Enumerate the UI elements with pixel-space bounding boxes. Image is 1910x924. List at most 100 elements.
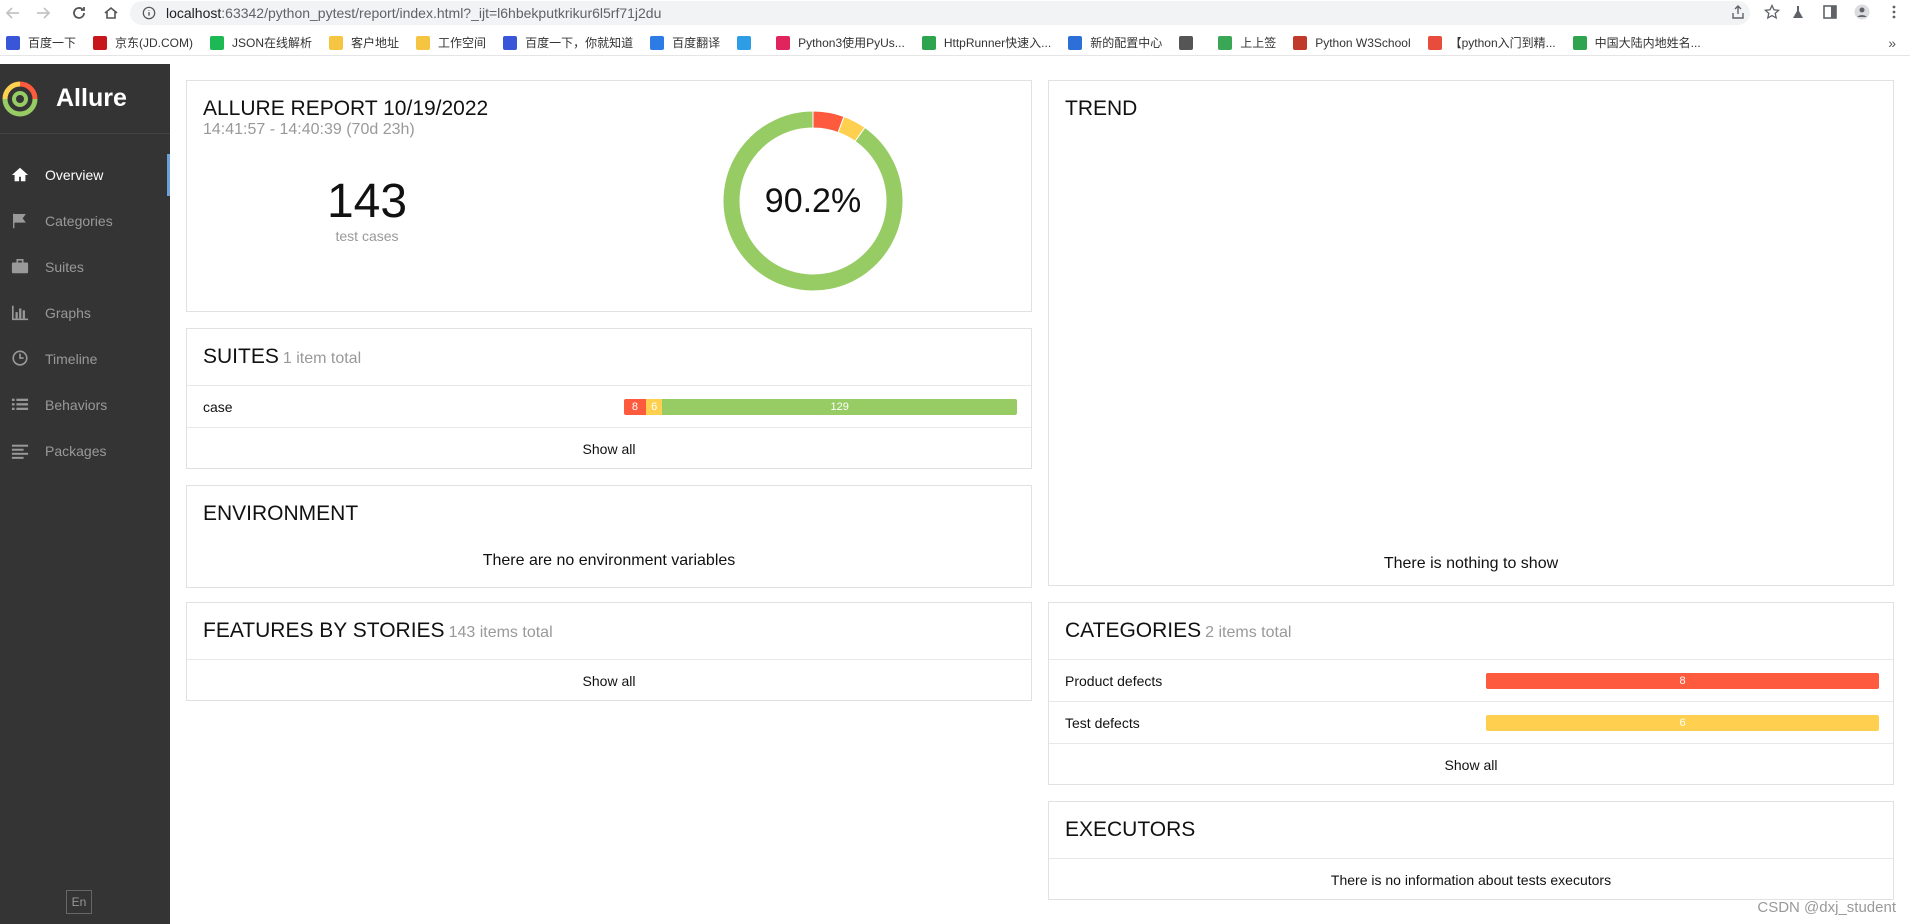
category-name: Test defects: [1065, 714, 1140, 731]
category-row[interactable]: Test defects 6: [1049, 701, 1893, 743]
bookmark-label: Python3使用PyUs...: [798, 36, 905, 50]
bookmark-label: 工作空间: [438, 36, 487, 50]
bookmark-item[interactable]: 中国大陆内地姓名...: [1572, 34, 1701, 51]
side-panel-icon[interactable]: [1822, 4, 1838, 20]
language-button[interactable]: En: [66, 890, 92, 914]
forward-button[interactable]: [30, 0, 56, 26]
bookmark-label: Python W3School: [1315, 35, 1411, 50]
suites-widget: SUITES 1 item total case 8 6 129 Show all: [186, 328, 1032, 469]
star-icon[interactable]: [1764, 4, 1780, 20]
category-bar[interactable]: 6: [1486, 715, 1879, 731]
bookmarks-overflow-button[interactable]: »: [1888, 35, 1896, 51]
sidebar-item-timeline[interactable]: Timeline: [0, 336, 170, 382]
bookmark-favicon-icon: [1179, 35, 1194, 50]
bar-chart-icon: [10, 303, 30, 323]
bookmark-item[interactable]: 百度一下，你就知道: [503, 34, 633, 51]
bookmark-item[interactable]: 客户地址: [329, 34, 399, 51]
bookmark-favicon-icon: [210, 35, 225, 50]
executors-widget: EXECUTORS There is no information about …: [1048, 801, 1894, 900]
sidebar-item-label: Overview: [45, 167, 104, 183]
sidebar-item-categories[interactable]: Categories: [0, 198, 170, 244]
environment-empty-message: There are no environment variables: [482, 552, 736, 569]
list-icon: [10, 395, 30, 415]
bookmark-item[interactable]: JSON在线解析: [210, 34, 312, 51]
environment-widget: ENVIRONMENT There are no environment var…: [186, 485, 1032, 588]
bookmark-item[interactable]: 百度翻译: [650, 34, 720, 51]
suite-bar-segment-failed[interactable]: 8: [624, 399, 646, 415]
bookmark-item[interactable]: 工作空间: [416, 34, 486, 51]
bookmark-item[interactable]: Python W3School: [1293, 35, 1411, 50]
bookmark-favicon-icon: [329, 35, 344, 50]
executors-title: EXECUTORS: [1065, 818, 1196, 841]
suite-row[interactable]: case 8 6 129: [187, 385, 1031, 427]
features-show-all-link[interactable]: Show all: [187, 659, 1031, 701]
arrow-left-icon: [5, 7, 19, 19]
bookmark-item[interactable]: 百度一下: [6, 34, 76, 51]
clock-icon: [10, 349, 30, 369]
profile-icon[interactable]: [1854, 4, 1870, 20]
executors-empty-message: There is no information about tests exec…: [1049, 858, 1893, 900]
home-outline-icon: [104, 6, 118, 19]
sidebar-item-label: Suites: [45, 259, 84, 275]
bookmark-item[interactable]: [737, 35, 759, 50]
suite-status-bar[interactable]: 8 6 129: [624, 399, 1017, 415]
categories-title: CATEGORIES: [1065, 619, 1202, 642]
briefcase-icon: [10, 257, 30, 277]
categories-show-all-link[interactable]: Show all: [1049, 743, 1893, 785]
more-vert-icon[interactable]: [1886, 4, 1902, 20]
bookmark-favicon-icon: [503, 35, 518, 50]
address-bar[interactable]: localhost:63342/python_pytest/report/ind…: [130, 1, 1750, 25]
suites-subtitle: 1 item total: [282, 350, 362, 367]
sidebar-item-graphs[interactable]: Graphs: [0, 290, 170, 336]
sidebar-item-behaviors[interactable]: Behaviors: [0, 382, 170, 428]
bookmark-favicon-icon: [1293, 35, 1308, 50]
bookmark-label: 新的配置中心: [1090, 36, 1163, 50]
bookmark-favicon-icon: [93, 35, 108, 50]
bookmark-favicon-icon: [1218, 35, 1233, 50]
bookmark-favicon-icon: [650, 35, 665, 50]
flask-icon[interactable]: [1790, 4, 1806, 20]
category-bar[interactable]: 8: [1486, 673, 1879, 689]
home-button[interactable]: [98, 0, 124, 26]
watermark: CSDN @dxj_student: [1757, 899, 1896, 916]
back-button[interactable]: [0, 0, 26, 26]
bookmark-item[interactable]: 新的配置中心: [1068, 34, 1162, 51]
suite-bar-segment-broken[interactable]: 6: [645, 399, 663, 415]
sidebar-item-packages[interactable]: Packages: [0, 428, 170, 474]
reload-button[interactable]: [66, 0, 92, 26]
sidebar-item-label: Behaviors: [45, 397, 108, 413]
bookmark-item[interactable]: 京东(JD.COM): [93, 34, 193, 51]
bookmark-label: 上上签: [1240, 36, 1277, 50]
features-widget: FEATURES BY STORIES 143 items total Show…: [186, 602, 1032, 701]
bookmarks-bar: 百度一下 京东(JD.COM) JSON在线解析 客户地址 工作空间 百度一下，你就知道 百…: [0, 30, 1910, 56]
info-icon[interactable]: [142, 6, 156, 20]
sidebar-item-label: Graphs: [45, 305, 91, 321]
bookmark-item[interactable]: 上上签: [1218, 34, 1276, 51]
trend-empty-message: There is nothing to show: [1383, 555, 1559, 572]
sidebar-item-overview[interactable]: Overview: [0, 152, 170, 198]
sidebar-item-suites[interactable]: Suites: [0, 244, 170, 290]
bookmark-label: 百度一下: [28, 36, 77, 50]
test-case-count-label: test cases: [335, 228, 399, 244]
bookmark-favicon-icon: [1572, 35, 1587, 50]
bookmark-item[interactable]: Python3使用PyUs...: [776, 34, 905, 51]
suite-name: case: [203, 398, 233, 415]
sidebar-item-label: Packages: [45, 443, 107, 459]
suites-show-all-link[interactable]: Show all: [187, 427, 1031, 469]
trend-title: TREND: [1065, 97, 1138, 120]
home-icon: [10, 165, 30, 185]
bookmark-label: 【python入门到精...: [1449, 36, 1556, 50]
suite-bar-segment-passed[interactable]: 129: [662, 399, 1017, 415]
bookmark-item[interactable]: HttpRunner快速入...: [921, 34, 1052, 51]
brand[interactable]: Allure: [0, 64, 170, 134]
bookmark-item[interactable]: [1179, 35, 1201, 50]
share-icon[interactable]: [1730, 4, 1746, 20]
arrow-right-icon: [37, 7, 51, 19]
reload-icon: [73, 7, 85, 19]
category-row[interactable]: Product defects 8: [1049, 659, 1893, 701]
bookmark-label: HttpRunner快速入...: [943, 36, 1052, 50]
bookmark-item[interactable]: 【python入门到精...: [1427, 34, 1556, 51]
summary-widget: ALLURE REPORT 10/19/2022 14:41:57 - 14:4…: [186, 80, 1032, 312]
bookmark-label: 京东(JD.COM): [115, 36, 194, 50]
category-bar-value: 6: [1486, 715, 1879, 731]
